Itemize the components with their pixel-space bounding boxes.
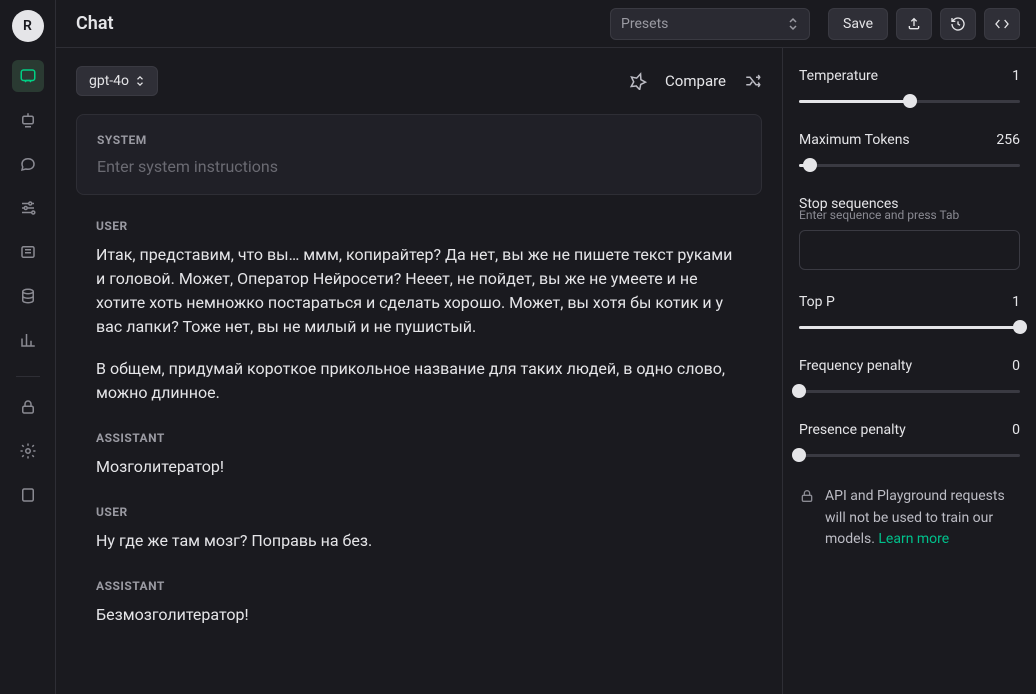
nav-docs-icon[interactable] <box>12 479 44 511</box>
message-text[interactable]: Безмозголитератор! <box>96 603 742 627</box>
avatar[interactable]: R <box>12 10 44 42</box>
message-user-1: USER Итак, представим, что вы… ммм, копи… <box>76 219 762 405</box>
lock-icon <box>799 488 815 504</box>
share-button[interactable] <box>896 8 932 40</box>
temperature-slider[interactable] <box>799 94 1020 108</box>
nav-batch-icon[interactable] <box>12 236 44 268</box>
setting-value: 0 <box>1012 358 1020 374</box>
setting-label: Frequency penalty <box>799 358 912 374</box>
setting-value: 0 <box>1012 422 1020 438</box>
page-title: Chat <box>76 13 114 34</box>
sidebar: R <box>0 0 56 694</box>
presence-penalty-slider[interactable] <box>799 448 1020 462</box>
setting-sublabel: Enter sequence and press Tab <box>799 208 1020 222</box>
setting-presence-penalty: Presence penalty 0 <box>799 422 1020 462</box>
setting-label: Presence penalty <box>799 422 906 438</box>
presets-label: Presets <box>621 16 668 32</box>
setting-temperature: Temperature 1 <box>799 68 1020 108</box>
nav-divider <box>16 376 40 377</box>
nav-chat-icon[interactable] <box>12 60 44 92</box>
shuffle-icon[interactable] <box>744 72 762 90</box>
settings-panel: Temperature 1 Maximum Tokens 256 <box>782 48 1036 694</box>
compare-button[interactable]: Compare <box>665 72 726 90</box>
setting-value: 1 <box>1012 68 1020 84</box>
topbar: Chat Presets Save <box>56 0 1036 48</box>
code-button[interactable] <box>984 8 1020 40</box>
system-placeholder: Enter system instructions <box>97 157 741 176</box>
setting-frequency-penalty: Frequency penalty 0 <box>799 358 1020 398</box>
message-assistant-2: ASSISTANT Безмозголитератор! <box>76 579 762 627</box>
top-p-slider[interactable] <box>799 320 1020 334</box>
model-name: gpt-4o <box>89 73 129 89</box>
pin-icon[interactable] <box>629 72 647 90</box>
nav-assistant-icon[interactable] <box>12 104 44 136</box>
message-text[interactable]: Итак, представим, что вы… ммм, копирайте… <box>96 243 742 405</box>
message-user-2: USER Ну где же там мозг? Поправь на без. <box>76 505 762 553</box>
role-label: ASSISTANT <box>96 431 742 445</box>
presets-dropdown[interactable]: Presets <box>610 8 810 40</box>
upload-icon <box>906 16 922 32</box>
save-button[interactable]: Save <box>828 8 888 40</box>
updown-icon <box>135 75 145 87</box>
setting-value: 1 <box>1012 294 1020 310</box>
updown-icon <box>787 17 799 31</box>
setting-stop-sequences: Stop sequences Enter sequence and press … <box>799 196 1020 270</box>
chat-area: gpt-4o Compare SYSTEM Enter system instr… <box>56 48 782 694</box>
frequency-penalty-slider[interactable] <box>799 384 1020 398</box>
stop-sequences-input[interactable] <box>799 230 1020 270</box>
role-label: USER <box>96 505 742 519</box>
message-text[interactable]: Ну где же там мозг? Поправь на без. <box>96 529 742 553</box>
setting-label: Top P <box>799 294 835 310</box>
setting-label: Maximum Tokens <box>799 132 910 148</box>
setting-max-tokens: Maximum Tokens 256 <box>799 132 1020 172</box>
max-tokens-slider[interactable] <box>799 158 1020 172</box>
learn-more-link[interactable]: Learn more <box>878 531 949 547</box>
nav-tune-icon[interactable] <box>12 192 44 224</box>
setting-top-p: Top P 1 <box>799 294 1020 334</box>
role-label: USER <box>96 219 742 233</box>
nav-speech-icon[interactable] <box>12 148 44 180</box>
training-info: API and Playground requests will not be … <box>799 486 1020 551</box>
setting-value: 256 <box>996 132 1020 148</box>
code-icon <box>994 16 1010 32</box>
message-text[interactable]: Мозголитератор! <box>96 455 742 479</box>
model-selector[interactable]: gpt-4o <box>76 66 158 96</box>
nav-settings-icon[interactable] <box>12 435 44 467</box>
nav-usage-icon[interactable] <box>12 324 44 356</box>
system-role-label: SYSTEM <box>97 133 741 147</box>
history-icon <box>950 16 966 32</box>
setting-label: Temperature <box>799 68 878 84</box>
system-box[interactable]: SYSTEM Enter system instructions <box>76 114 762 195</box>
message-assistant-1: ASSISTANT Мозголитератор! <box>76 431 762 479</box>
history-button[interactable] <box>940 8 976 40</box>
nav-storage-icon[interactable] <box>12 280 44 312</box>
role-label: ASSISTANT <box>96 579 742 593</box>
nav-lock-icon[interactable] <box>12 391 44 423</box>
